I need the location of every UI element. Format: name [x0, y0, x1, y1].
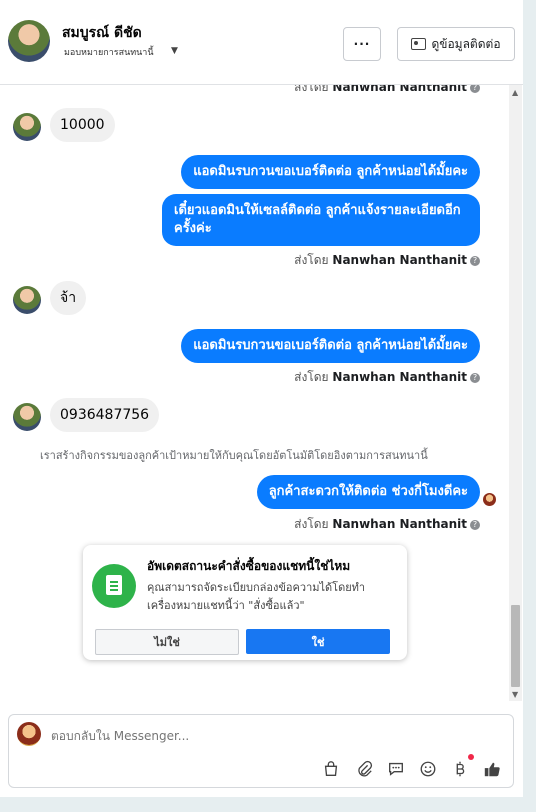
no-button[interactable]: ไม่ใช่	[95, 629, 239, 655]
sent-by-label: ส่งโดย Nanwhan Nanthanit?	[294, 515, 480, 534]
conversation-panel: สมบูรณ์ ดีชัด มอบหมายการสนทนานี้ ▼ ··· ด…	[0, 0, 523, 797]
assign-conversation-label[interactable]: มอบหมายการสนทนานี้	[64, 45, 154, 59]
outgoing-message: ลูกค้าสะดวกให้ติดต่อ ช่วงกี่โมงดีคะ	[256, 475, 480, 509]
saved-reply-icon[interactable]	[386, 759, 406, 779]
contact-avatar	[13, 113, 41, 141]
baht-payment-icon[interactable]	[450, 759, 470, 779]
sent-by-label: ส่งโดย Nanwhan Nanthanit?	[294, 368, 480, 387]
order-card-description: คุณสามารถจัดระเบียบกล่องข้อความได้โดยทำเ…	[147, 581, 366, 612]
scrollbar-thumb[interactable]	[511, 605, 520, 687]
view-contact-label: ดูข้อมูลติดต่อ	[431, 36, 501, 51]
contact-avatar	[13, 403, 41, 431]
incoming-message: 0936487756	[50, 398, 160, 432]
view-contact-button[interactable]: ดูข้อมูลติดต่อ	[397, 27, 515, 61]
paperclip-icon[interactable]	[354, 759, 374, 779]
incoming-message: จ้า	[50, 281, 87, 315]
reply-composer	[8, 714, 514, 788]
sent-by-label: ส่งโดย Nanwhan Nanthanit?	[294, 251, 480, 270]
outgoing-message: แอดมินรบกวนขอเบอร์ติดต่อ ลูกค้าหน่อยได้ม…	[181, 155, 480, 189]
info-icon[interactable]: ?	[470, 372, 480, 383]
more-options-button[interactable]: ···	[343, 27, 381, 61]
page-avatar	[17, 722, 41, 746]
conversation-header: สมบูรณ์ ดีชัด มอบหมายการสนทนานี้ ▼ ··· ด…	[0, 0, 523, 85]
scrollbar[interactable]: ▲ ▼	[509, 85, 522, 701]
scroll-down-icon[interactable]: ▼	[512, 690, 518, 699]
chevron-down-icon[interactable]: ▼	[171, 46, 178, 56]
order-status-card: อัพเดตสถานะคำสั่งซื้อของแชทนี้ใช่ไหม คุณ…	[83, 545, 407, 660]
notification-dot	[468, 754, 474, 760]
message-thread: ส่งโดย Nanwhan Nanthanit? 10000 แอดมินรบ…	[0, 85, 508, 701]
order-document-icon	[92, 564, 136, 608]
thumbs-up-icon[interactable]	[482, 759, 502, 779]
reply-input[interactable]	[51, 729, 351, 743]
emoji-icon[interactable]	[418, 759, 438, 779]
yes-button[interactable]: ใช่	[246, 629, 390, 654]
info-icon[interactable]: ?	[470, 255, 480, 266]
contact-card-icon	[411, 38, 427, 50]
outgoing-message: แอดมินรบกวนขอเบอร์ติดต่อ ลูกค้าหน่อยได้ม…	[181, 329, 480, 363]
info-icon[interactable]: ?	[470, 519, 480, 530]
outgoing-message: เดี๋ยวแอดมินให้เซลล์ติดต่อ ลูกค้าแจ้งราย…	[162, 194, 480, 246]
shopping-bag-icon[interactable]	[321, 759, 341, 779]
incoming-message: 10000	[50, 108, 115, 142]
system-note: เราสร้างกิจกรรมของลูกค้าเป้าหมายให้กับคุ…	[40, 449, 428, 462]
scroll-up-icon[interactable]: ▲	[512, 88, 518, 97]
info-icon[interactable]: ?	[470, 85, 480, 93]
sent-by-label: ส่งโดย Nanwhan Nanthanit?	[294, 85, 480, 97]
contact-avatar[interactable]	[8, 20, 50, 62]
seen-avatar	[483, 493, 496, 506]
contact-name[interactable]: สมบูรณ์ ดีชัด	[62, 22, 142, 44]
contact-avatar	[13, 286, 41, 314]
order-card-title: อัพเดตสถานะคำสั่งซื้อของแชทนี้ใช่ไหม	[147, 559, 351, 573]
